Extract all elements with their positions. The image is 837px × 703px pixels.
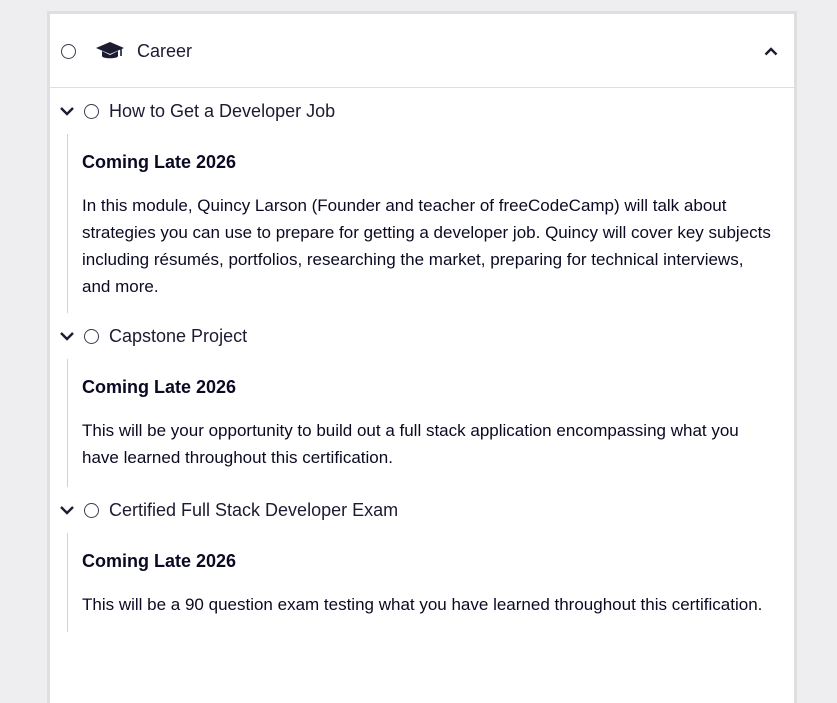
module-title: How to Get a Developer Job (109, 101, 336, 121)
module-certified-full-stack-developer-exam: Certified Full Stack Developer Exam Comi… (50, 487, 794, 632)
chevron-down-icon[interactable] (59, 105, 75, 117)
module-completion-radio[interactable] (84, 329, 99, 344)
module-title: Certified Full Stack Developer Exam (109, 500, 399, 520)
career-block-header[interactable]: Career (50, 14, 794, 88)
chevron-down-icon[interactable] (59, 504, 75, 516)
module-description: This will be your opportunity to build o… (82, 421, 739, 467)
module-header[interactable]: Capstone Project (50, 313, 794, 359)
block-title: Career (137, 41, 193, 61)
module-how-to-get-a-developer-job: How to Get a Developer Job Coming Late 2… (50, 88, 794, 313)
module-title: Capstone Project (109, 326, 248, 346)
chevron-up-icon[interactable] (764, 46, 778, 56)
module-completion-radio[interactable] (84, 104, 99, 119)
module-header[interactable]: Certified Full Stack Developer Exam (50, 487, 794, 533)
graduation-cap-icon (96, 42, 124, 59)
chevron-down-icon[interactable] (59, 330, 75, 342)
coming-soon-heading: Coming Late 2026 (82, 377, 237, 397)
career-block-panel: Career How to Get a Developer Job Coming… (47, 11, 797, 703)
module-body: Coming Late 2026 This will be a 90 quest… (67, 533, 794, 632)
module-header[interactable]: How to Get a Developer Job (50, 88, 794, 134)
module-description: In this module, Quincy Larson (Founder a… (82, 196, 771, 296)
coming-soon-heading: Coming Late 2026 (82, 152, 237, 172)
block-completion-radio[interactable] (61, 44, 76, 59)
coming-soon-heading: Coming Late 2026 (82, 551, 237, 571)
module-completion-radio[interactable] (84, 503, 99, 518)
module-body: Coming Late 2026 This will be your oppor… (67, 359, 794, 487)
module-capstone-project: Capstone Project Coming Late 2026 This w… (50, 313, 794, 487)
module-body: Coming Late 2026 In this module, Quincy … (67, 134, 794, 313)
module-description: This will be a 90 question exam testing … (82, 595, 763, 614)
